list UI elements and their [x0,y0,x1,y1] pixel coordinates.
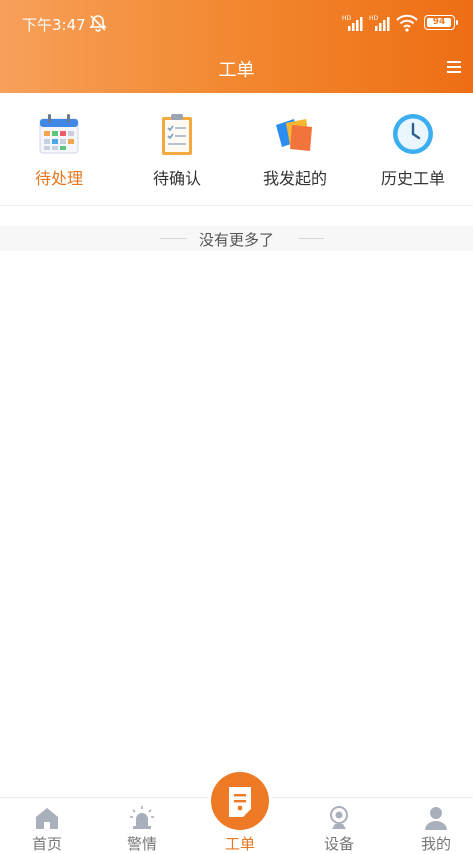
svg-text:HD: HD [369,15,379,22]
calendar-icon [39,114,79,154]
camera-icon [330,806,348,829]
no-more-divider: 没有更多了 [0,226,473,251]
nav-label: 首页 [31,835,62,853]
tab-history[interactable]: 历史工单 [354,93,472,206]
nav-device[interactable]: 设备 [292,798,386,854]
status-time: 下午3:47 [22,16,86,34]
work-order-tabs: 待处理 待确认 我发起的 历史工单 [0,93,473,206]
signal-hd-icon-2: HD [369,15,390,31]
tab-to-confirm[interactable]: 待确认 [118,93,236,206]
work-order-center-button[interactable] [211,772,269,830]
divider-line-right [298,238,324,239]
nav-label: 警情 [126,835,157,853]
app-header: 下午3:47 HD HD 94 工单 [0,0,473,93]
nav-label: 设备 [323,835,354,853]
clipboard-icon [162,114,192,155]
page-title: 工单 [218,60,255,81]
work-order-icon [229,787,251,817]
nav-profile[interactable]: 我的 [389,798,473,854]
home-icon [36,808,58,829]
signal-hd-icon: HD [342,15,363,31]
no-more-text: 没有更多了 [198,231,274,249]
tab-pending[interactable]: 待处理 [0,93,118,206]
svg-text:HD: HD [342,15,352,22]
tab-label: 我发起的 [262,169,327,188]
tab-label: 历史工单 [380,169,445,188]
nav-label: 我的 [420,835,451,853]
nav-alarm[interactable]: 警情 [95,798,189,854]
alarm-icon [130,806,154,829]
tab-label: 待确认 [152,169,201,188]
status-bar: 下午3:47 HD HD 94 [0,0,473,44]
battery-icon: 94 [424,15,458,30]
tab-label: 待处理 [34,169,83,188]
tab-initiated-by-me[interactable]: 我发起的 [236,93,354,206]
battery-level: 94 [427,17,451,27]
alarm-off-icon [89,15,107,32]
nav-home[interactable]: 首页 [0,798,94,854]
notes-icon [276,119,312,151]
wifi-icon [396,14,418,32]
nav-label: 工单 [224,835,255,853]
menu-icon[interactable] [445,60,463,74]
user-icon [425,807,447,830]
clock-icon [393,114,433,154]
